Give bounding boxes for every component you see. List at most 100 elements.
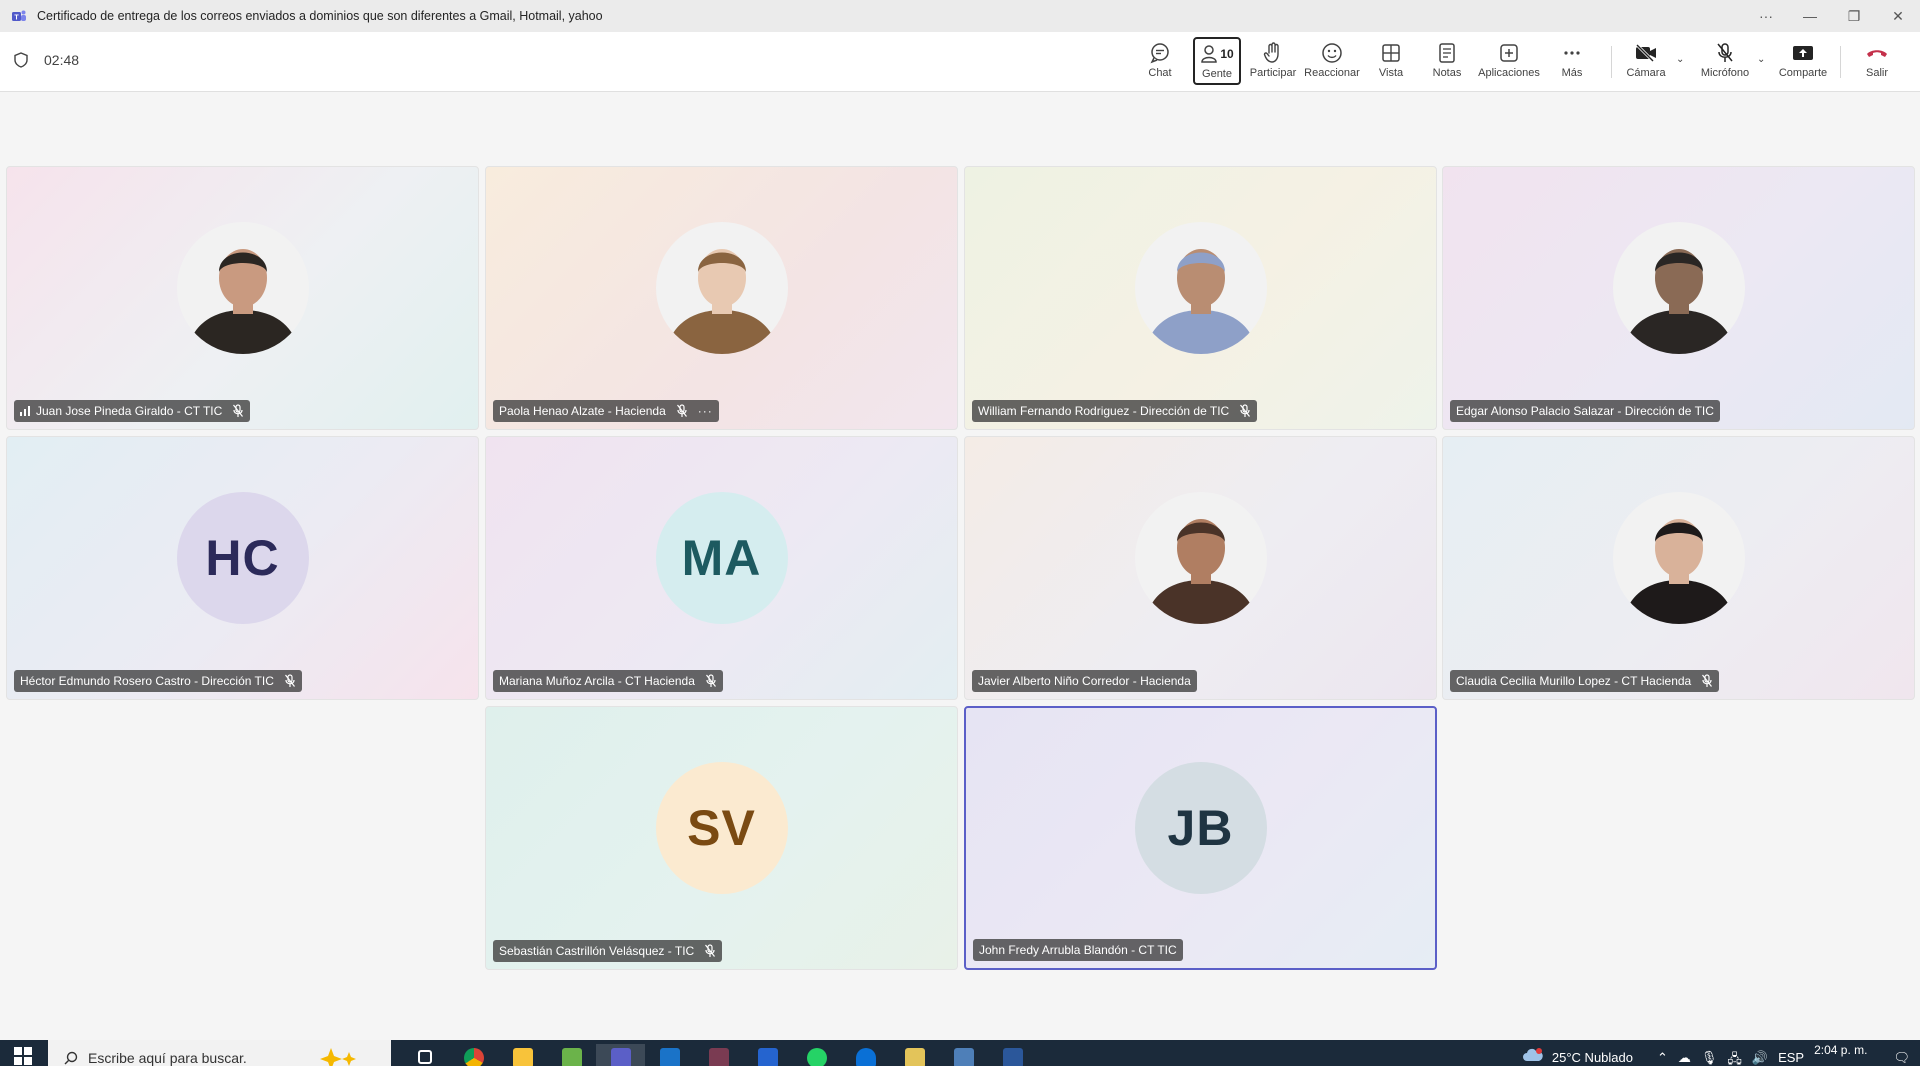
mic-muted-icon <box>1702 674 1713 687</box>
participant-name: Sebastián Castrillón Velásquez - TIC <box>499 944 695 958</box>
notes-app-icon[interactable] <box>890 1044 939 1066</box>
restore-icon[interactable]: ❐ <box>1832 0 1876 32</box>
hang-up-icon <box>1867 50 1887 57</box>
notifications-icon[interactable]: 🗨 <box>1893 1050 1910 1066</box>
react-button[interactable]: Reaccionar <box>1304 38 1360 86</box>
teams-icon: T <box>12 10 26 22</box>
mic-tray-icon[interactable]: 🎙 <box>1701 1050 1718 1066</box>
apps-button[interactable]: Aplicaciones <box>1478 38 1540 86</box>
database-app-icon[interactable] <box>939 1044 988 1066</box>
more-button[interactable]: Más <box>1561 38 1583 86</box>
volume-icon[interactable]: 🔊 <box>1752 1050 1768 1066</box>
more-icon <box>1564 51 1580 55</box>
participant-tile[interactable]: JB John Fredy Arrubla Blandón - CT TIC <box>964 706 1437 970</box>
camera-button[interactable]: Cámara <box>1626 38 1666 86</box>
add-app-icon <box>1500 44 1518 62</box>
close-icon[interactable]: ✕ <box>1876 0 1920 32</box>
participant-more-icon[interactable]: ··· <box>698 404 713 418</box>
taskbar-apps <box>400 1044 1037 1066</box>
smiley-icon <box>1322 43 1342 63</box>
person-photo <box>1134 492 1267 624</box>
avatar-initials: HC <box>176 492 309 624</box>
avatar-photo <box>655 222 788 354</box>
participant-tile[interactable]: SV Sebastián Castrillón Velásquez - TIC <box>485 706 958 970</box>
participant-name-label: Sebastián Castrillón Velásquez - TIC <box>493 940 723 962</box>
leave-button[interactable]: Salir <box>1864 38 1890 86</box>
task-view-icon[interactable] <box>400 1044 449 1066</box>
grid-icon <box>1382 44 1400 62</box>
participant-name: Juan Jose Pineda Giraldo - CT TIC <box>36 404 223 418</box>
participant-name: Héctor Edmundo Rosero Castro - Dirección… <box>20 674 274 688</box>
windows-start-icon[interactable] <box>14 1047 32 1065</box>
onedrive-icon[interactable] <box>841 1044 890 1066</box>
participant-tile[interactable]: Edgar Alonso Palacio Salazar - Dirección… <box>1442 166 1915 430</box>
shield-icon <box>14 52 28 68</box>
share-button[interactable]: Comparte <box>1778 38 1828 86</box>
onedrive-tray-icon[interactable]: ☁ <box>1678 1050 1691 1066</box>
participant-tile[interactable]: HC Héctor Edmundo Rosero Castro - Direcci… <box>6 436 479 700</box>
chat-icon <box>1150 43 1169 64</box>
participant-tile[interactable]: Javier Alberto Niño Corredor - Hacienda <box>964 436 1437 700</box>
tasks-app-icon[interactable] <box>547 1044 596 1066</box>
avatar-photo <box>1612 492 1745 624</box>
mic-options-chevron-icon[interactable]: ⌄ <box>1757 54 1765 65</box>
share-icon <box>1793 46 1813 60</box>
person-photo <box>655 222 788 354</box>
chat-button[interactable]: Chat <box>1144 38 1176 86</box>
weather-cloud-icon[interactable] <box>1522 1048 1544 1062</box>
view-button[interactable]: Vista <box>1376 38 1406 86</box>
word-icon[interactable] <box>988 1044 1037 1066</box>
notes-button[interactable]: Notas <box>1431 38 1463 86</box>
participant-tile[interactable]: Juan Jose Pineda Giraldo - CT TIC <box>6 166 479 430</box>
outlook-icon[interactable] <box>645 1044 694 1066</box>
snipping-tool-icon[interactable] <box>694 1044 743 1066</box>
taskbar-search[interactable]: Escribe aquí para buscar. <box>48 1040 391 1066</box>
participant-name-label: John Fredy Arrubla Blandón - CT TIC <box>973 939 1183 961</box>
participant-tile[interactable]: William Fernando Rodriguez - Dirección d… <box>964 166 1437 430</box>
avatar-photo <box>176 222 309 354</box>
title-bar: T Certificado de entrega de los correos … <box>0 0 1920 32</box>
mic-muted-icon <box>233 404 244 417</box>
participant-name: John Fredy Arrubla Blandón - CT TIC <box>979 943 1177 957</box>
participant-tile[interactable]: MA Mariana Muñoz Arcila - CT Hacienda <box>485 436 958 700</box>
window-more-icon[interactable]: ··· <box>1744 0 1788 32</box>
taskbar-clock[interactable]: 2:04 p. m. <box>1814 1043 1867 1057</box>
language-indicator[interactable]: ESP <box>1778 1050 1804 1065</box>
person-photo <box>1134 222 1267 354</box>
people-button[interactable]: 10 Gente <box>1193 37 1241 85</box>
todo-icon[interactable] <box>743 1044 792 1066</box>
mic-muted-icon <box>284 674 295 687</box>
meeting-timer: 02:48 <box>14 52 79 68</box>
notes-icon <box>1439 43 1455 63</box>
mic-button[interactable]: Micrófono <box>1697 38 1753 86</box>
file-explorer-icon[interactable] <box>498 1044 547 1066</box>
mic-muted-icon <box>676 404 687 417</box>
search-icon <box>64 1051 78 1065</box>
minimize-icon[interactable]: — <box>1788 0 1832 32</box>
participant-tile[interactable]: Paola Henao Alzate - Hacienda ··· <box>485 166 958 430</box>
camera-options-chevron-icon[interactable]: ⌄ <box>1676 54 1684 65</box>
network-icon[interactable]: 🖧 <box>1727 1050 1742 1066</box>
teams-taskbar-icon[interactable] <box>596 1044 645 1066</box>
camera-off-icon <box>1635 43 1656 63</box>
elapsed-time: 02:48 <box>44 52 80 68</box>
raise-hand-button[interactable]: Participar <box>1248 38 1298 86</box>
participant-tile[interactable]: Claudia Cecilia Murillo Lopez - CT Hacie… <box>1442 436 1915 700</box>
participant-name-label: William Fernando Rodriguez - Dirección d… <box>972 400 1258 422</box>
participant-name-label: Paola Henao Alzate - Hacienda ··· <box>493 400 719 422</box>
hand-icon <box>1263 42 1279 63</box>
participant-name-label: Claudia Cecilia Murillo Lopez - CT Hacie… <box>1450 670 1720 692</box>
person-photo <box>1612 222 1745 354</box>
people-icon <box>1201 45 1218 63</box>
participant-name: William Fernando Rodriguez - Dirección d… <box>978 404 1230 418</box>
meeting-toolbar: 02:48 Chat 10 Gente Participar Reacciona… <box>0 32 1920 92</box>
mic-muted-icon <box>705 674 716 687</box>
whatsapp-icon[interactable] <box>792 1044 841 1066</box>
chrome-icon[interactable] <box>449 1044 498 1066</box>
participant-name: Edgar Alonso Palacio Salazar - Dirección… <box>1456 404 1714 418</box>
avatar-initials: SV <box>655 762 788 894</box>
tray-chevron-up-icon[interactable]: ⌃ <box>1657 1050 1668 1066</box>
weather-text[interactable]: 25°C Nublado <box>1552 1050 1633 1065</box>
participant-name-label: Edgar Alonso Palacio Salazar - Dirección… <box>1450 400 1720 422</box>
windows-taskbar: Escribe aquí para buscar. 25°C Nublado ⌃… <box>0 1040 1920 1066</box>
